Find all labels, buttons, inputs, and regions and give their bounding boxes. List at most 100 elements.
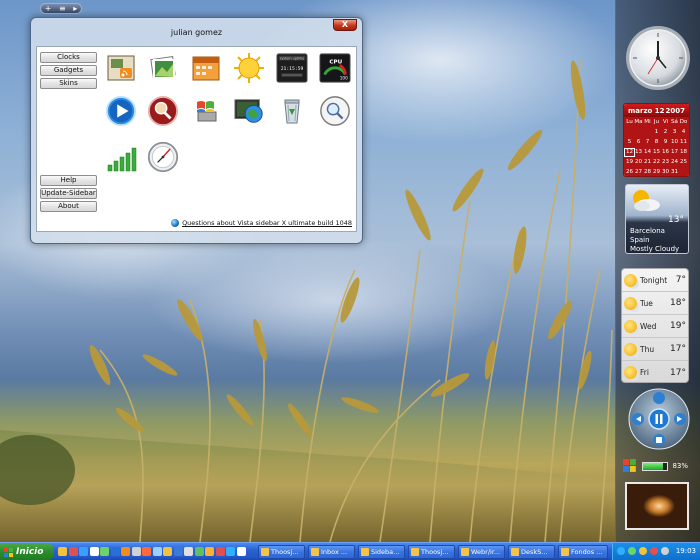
taskbar-item[interactable]: Inbox ... [308,545,355,559]
quick-launch-icon[interactable] [142,547,151,556]
about-button[interactable]: About [40,201,97,212]
quick-launch-icon[interactable] [110,547,120,556]
recycle-bin-icon[interactable] [276,94,308,128]
calendar-day[interactable]: 9 [661,139,670,146]
calendar-day[interactable]: 23 [661,159,670,166]
calendar-day[interactable]: 22 [652,159,661,166]
next-page-icon[interactable]: ▸ [73,4,77,13]
taskbar-item[interactable]: Fondos ... [558,545,608,559]
calendar-day[interactable]: 11 [679,139,688,146]
calendar-day[interactable]: 12 [624,147,635,157]
quick-launch-icon[interactable] [163,547,172,556]
calendar-day[interactable]: 27 [634,169,643,176]
calendar-day[interactable]: 21 [643,159,652,166]
rss-feeds-icon[interactable] [105,51,137,85]
update-sidebar-button[interactable]: Update-Sidebar [40,188,97,199]
calendar-day[interactable]: 20 [634,159,643,166]
network-icon[interactable] [617,547,625,555]
network-globe-icon[interactable] [233,94,265,128]
antivirus-icon[interactable] [628,547,636,555]
taskbar-item[interactable]: Thoosj... [258,545,305,559]
quick-launch-icon[interactable] [58,547,67,556]
calendar-gadget[interactable]: marzo 12 2007 Lu Ma Mi Ju Vi Sá Do 1 2 3 4 5 6 7 8 9 10 1… [623,103,690,177]
quick-launch-icon[interactable] [89,547,99,556]
close-button[interactable]: X [333,19,357,31]
calendar-day[interactable]: 8 [652,139,661,146]
sidebar-top-controls[interactable]: + ≡ ▸ [40,3,82,14]
gadgets-button[interactable]: Gadgets [40,65,97,76]
calendar-day[interactable]: 15 [652,149,661,156]
cpu-meter-icon[interactable]: CPU 100 [319,51,351,85]
calendar-day[interactable]: 17 [670,149,679,156]
compass-clock-icon[interactable] [147,140,179,174]
system-uptime-icon[interactable]: system uptime 21:15:59 [276,51,308,85]
quick-launch-icon[interactable] [205,547,214,556]
quick-launch-icon[interactable] [152,547,162,556]
quick-launch-icon[interactable] [226,547,235,556]
weather-gadget[interactable]: 13° Barcelona Spain Mostly Cloudy [625,184,689,254]
calendar-day[interactable]: 13 [634,149,643,156]
weather-city: Barcelona [630,227,665,235]
quick-launch-icon[interactable] [79,547,88,556]
battery-gadget[interactable]: 83% [622,455,688,477]
calendar-day[interactable]: 1 [652,129,661,136]
calendar-day[interactable]: 5 [625,139,634,146]
signal-strength-icon[interactable] [105,142,137,176]
media-control-gadget[interactable] [628,388,690,450]
clocks-button[interactable]: Clocks [40,52,97,63]
skins-button[interactable]: Skins [40,78,97,89]
update-icon[interactable] [650,547,658,555]
zoom-search-icon[interactable] [319,94,351,128]
photo-slideshow-icon[interactable] [147,51,179,85]
calendar-day[interactable]: 31 [670,169,679,176]
photo-slideshow-gadget[interactable] [625,482,689,530]
quick-launch-icon[interactable] [215,547,225,556]
media-player-icon[interactable] [105,94,137,128]
calendar-day[interactable]: 30 [661,169,670,176]
pause-button[interactable] [648,408,670,430]
sun-weather-icon[interactable] [233,51,265,85]
quick-launch-icon[interactable] [184,547,193,556]
calendar-day[interactable]: 26 [625,169,634,176]
taskbar-item[interactable]: Webr/ir... [458,545,505,559]
calendar-day[interactable]: 28 [643,169,652,176]
quick-launch-icon[interactable] [236,547,246,556]
calendar-day[interactable]: 16 [661,149,670,156]
calendar-day[interactable]: 29 [652,169,661,176]
messenger-icon[interactable] [639,547,647,555]
forecast-temp: 19° [670,321,686,331]
quick-launch-icon[interactable] [131,547,141,556]
questions-link-text[interactable]: Questions about Vista sidebar X ultimate… [182,219,352,227]
start-button[interactable]: Inicio [0,543,54,560]
quick-launch-icon[interactable] [173,547,183,556]
calendar-day[interactable]: 4 [679,129,688,136]
taskbar-item[interactable]: DeskS... [508,545,555,559]
menu-icon[interactable]: ≡ [59,4,66,13]
forecast-gadget[interactable]: Tonight 7° Tue 18° Wed 19° Thu 17° Fri 17° [621,268,689,383]
calendar-day[interactable]: 6 [634,139,643,146]
volume-up-button[interactable] [653,392,665,404]
volume-icon[interactable] [661,547,669,555]
add-gadget-icon[interactable]: + [45,4,52,13]
help-button[interactable]: Help [40,175,97,186]
windows-logo-icon[interactable] [190,94,222,128]
search-magnifier-icon[interactable] [147,94,179,128]
calendar-day[interactable]: 14 [643,149,652,156]
calendar-day[interactable]: 7 [643,139,652,146]
calendar-day[interactable]: 19 [625,159,634,166]
analog-clock-gadget[interactable] [624,24,692,92]
quick-launch-icon[interactable] [68,547,78,556]
questions-link[interactable]: Questions about Vista sidebar X ultimate… [171,219,352,227]
calendar-day[interactable]: 10 [670,139,679,146]
calendar-day[interactable]: 24 [670,159,679,166]
calendar-day[interactable]: 2 [661,129,670,136]
quick-launch-icon[interactable] [121,547,130,556]
calendar-day[interactable]: 3 [670,129,679,136]
taskbar-item[interactable]: Thoosj... [408,545,455,559]
calendar-day[interactable]: 18 [679,149,688,156]
calendar-day[interactable]: 25 [679,159,688,166]
quick-launch-icon[interactable] [194,547,204,556]
quick-launch-icon[interactable] [100,547,109,556]
taskbar-item[interactable]: Sideba... [358,545,405,559]
calendar-gadget-icon[interactable] [190,51,222,85]
